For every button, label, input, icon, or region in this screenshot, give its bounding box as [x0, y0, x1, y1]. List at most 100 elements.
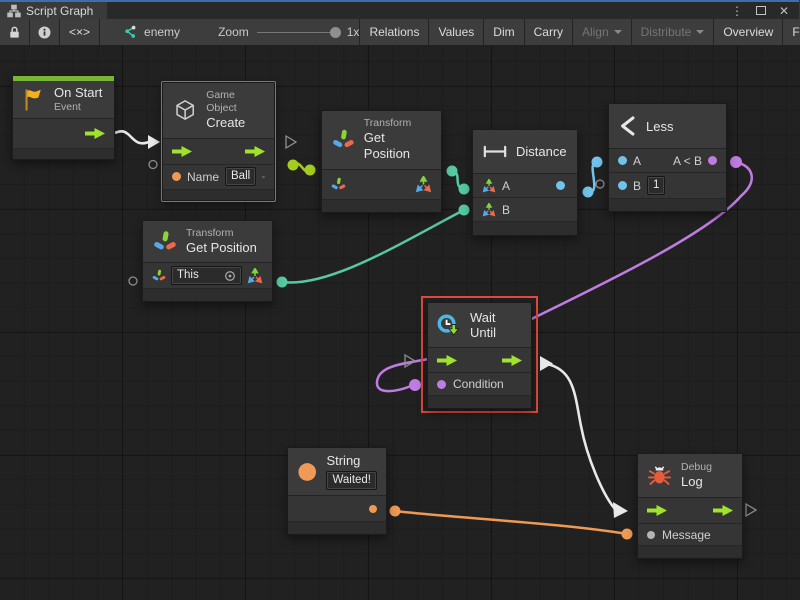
- transform-input-port[interactable]: [152, 269, 166, 283]
- graph-canvas[interactable]: On Start Event Game Object Create: [0, 45, 800, 600]
- node-footer: [609, 199, 726, 211]
- bug-icon: [647, 463, 672, 488]
- wire-endpoint: [592, 157, 603, 168]
- node-get-position-b[interactable]: Transform Get Position This: [142, 220, 273, 302]
- string-input-port[interactable]: [172, 172, 181, 181]
- node-title: Distance: [516, 144, 567, 159]
- lock-button[interactable]: [0, 19, 30, 45]
- node-header: Transform Get Position: [143, 221, 272, 263]
- number-input-port[interactable]: [618, 156, 627, 165]
- vector3-output-port[interactable]: [415, 176, 432, 193]
- graph-asset[interactable]: enemy: [122, 24, 180, 40]
- control-input-port[interactable]: [647, 505, 667, 516]
- object-picker-icon[interactable]: [224, 270, 236, 282]
- zoom-slider-handle[interactable]: [330, 27, 341, 38]
- game-object-output-port[interactable]: [262, 169, 265, 185]
- bool-output-port[interactable]: [708, 156, 717, 165]
- wire-string-to-message[interactable]: [395, 511, 627, 534]
- node-wait-until[interactable]: Wait Until Condition: [427, 302, 532, 409]
- node-create[interactable]: Game Object Create Name Ball: [162, 82, 275, 201]
- message-input-port[interactable]: [647, 531, 655, 539]
- code-preview-label: <×>: [69, 25, 90, 39]
- target-value-field[interactable]: This: [171, 266, 242, 285]
- node-title: String: [326, 453, 377, 469]
- port-row: [288, 496, 386, 522]
- values-label: Values: [438, 25, 474, 39]
- number-output-port[interactable]: [556, 181, 565, 190]
- node-category: Event: [54, 101, 102, 114]
- code-preview-button[interactable]: <×>: [60, 19, 100, 45]
- number-input-port[interactable]: [618, 181, 627, 190]
- control-output-port[interactable]: [713, 505, 733, 516]
- window-menu-icon[interactable]: ⋮: [731, 5, 743, 17]
- port-row: B: [473, 198, 577, 222]
- node-header: Distance: [473, 130, 577, 174]
- wire-endpoint: [459, 205, 470, 216]
- transform-input-port[interactable]: [331, 177, 346, 192]
- unconnected-value-marker: [129, 277, 137, 285]
- relations-button[interactable]: Relations: [360, 19, 429, 45]
- flag-icon: [21, 88, 45, 112]
- unconnected-flow-marker: [746, 504, 756, 516]
- transform-icon: [153, 230, 177, 254]
- fullscreen-label: Full Screen: [792, 25, 800, 39]
- dim-button[interactable]: Dim: [484, 19, 524, 45]
- control-output-port[interactable]: [502, 355, 522, 366]
- condition-label: Condition: [453, 377, 504, 391]
- control-input-port[interactable]: [172, 146, 192, 157]
- port-row: [163, 139, 274, 165]
- control-output-port[interactable]: [85, 128, 105, 139]
- bool-input-port[interactable]: [437, 380, 446, 389]
- carry-button[interactable]: Carry: [525, 19, 573, 45]
- tab-script-graph[interactable]: Script Graph: [0, 2, 107, 19]
- values-button[interactable]: Values: [429, 19, 484, 45]
- node-title: Wait Until: [470, 310, 523, 340]
- node-footer: [13, 149, 114, 159]
- wire-getposition-to-distance-b[interactable]: [282, 210, 464, 283]
- vector3-input-port[interactable]: [482, 203, 496, 217]
- info-button[interactable]: [30, 19, 60, 45]
- node-less[interactable]: Less A A < B B 1: [608, 103, 727, 212]
- dim-label: Dim: [493, 25, 514, 39]
- fullscreen-button[interactable]: Full Screen: [783, 19, 800, 45]
- flow-arrowhead: [148, 135, 160, 149]
- node-string[interactable]: String Waited!: [287, 447, 387, 535]
- vector3-input-port[interactable]: [482, 179, 496, 193]
- target-value: This: [177, 268, 199, 283]
- overview-button[interactable]: Overview: [714, 19, 783, 45]
- toolbar: <×> enemy Zoom 1x Relations Values Dim C…: [0, 19, 799, 45]
- zoom-slider[interactable]: [257, 32, 339, 33]
- b-value-field[interactable]: 1: [647, 176, 665, 195]
- maximize-icon[interactable]: [756, 6, 766, 15]
- node-get-position-a[interactable]: Transform Get Position: [321, 110, 442, 213]
- node-title: Get Position: [364, 130, 431, 163]
- node-title: Create: [206, 115, 264, 131]
- wire-endpoint: [447, 166, 458, 177]
- port-row: A: [473, 174, 577, 198]
- align-dropdown[interactable]: Align: [573, 19, 632, 45]
- node-debug-log[interactable]: Debug Log Message: [637, 453, 743, 559]
- node-footer: [288, 522, 386, 534]
- wire-endpoint: [583, 187, 594, 198]
- port-a-label: A: [502, 179, 510, 193]
- control-output-port[interactable]: [245, 146, 265, 157]
- port-row: Name Ball: [163, 165, 274, 190]
- wire-onstart-to-create[interactable]: [115, 131, 149, 143]
- string-value-field[interactable]: Waited!: [326, 471, 377, 490]
- node-header: Game Object Create: [163, 83, 274, 139]
- lock-icon: [7, 25, 22, 40]
- info-icon: [37, 25, 52, 40]
- node-header: Less: [609, 104, 726, 149]
- string-output-port[interactable]: [369, 505, 377, 513]
- close-icon[interactable]: ✕: [779, 5, 789, 17]
- vector3-output-port[interactable]: [247, 268, 263, 284]
- distribute-dropdown[interactable]: Distribute: [632, 19, 715, 45]
- node-on-start[interactable]: On Start Event: [12, 75, 115, 160]
- wire-endpoint: [305, 165, 316, 176]
- control-input-port[interactable]: [437, 355, 457, 366]
- wire-waituntil-to-log[interactable]: [547, 364, 615, 509]
- name-value-field[interactable]: Ball: [225, 167, 256, 186]
- result-label: A < B: [673, 154, 702, 168]
- zoom-control: Zoom 1x: [218, 25, 359, 39]
- node-distance[interactable]: Distance A B: [472, 129, 578, 236]
